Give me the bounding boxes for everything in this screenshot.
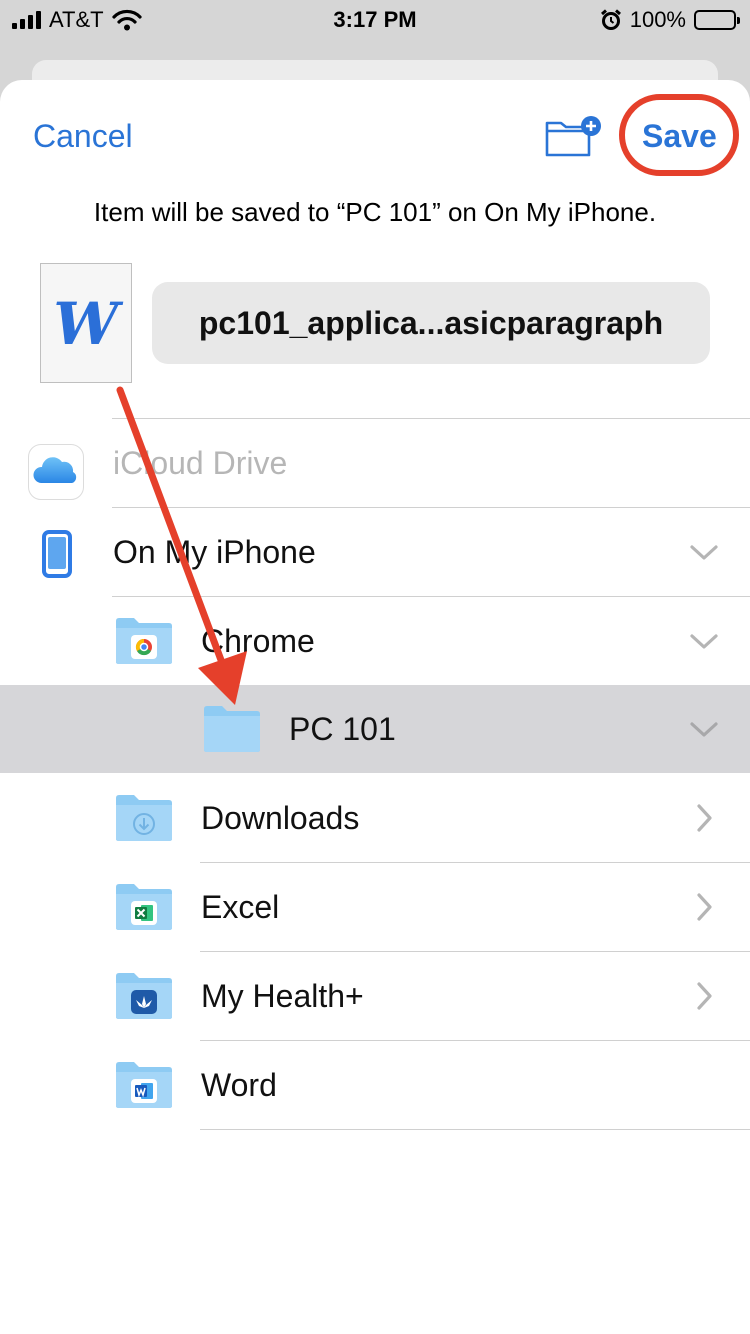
location-row-on-my-iphone[interactable]: On My iPhone bbox=[0, 508, 750, 596]
new-folder-icon[interactable] bbox=[545, 115, 603, 157]
location-row-downloads[interactable]: Downloads bbox=[0, 774, 750, 862]
battery-percent: 100% bbox=[629, 7, 686, 32]
word-document-thumbnail: W bbox=[40, 263, 132, 383]
chevron-right-icon[interactable] bbox=[688, 980, 720, 1012]
chevron-right-icon[interactable] bbox=[688, 891, 720, 923]
location-label: Chrome bbox=[201, 623, 315, 659]
location-label: Downloads bbox=[201, 800, 360, 836]
word-letter-icon: W bbox=[53, 290, 119, 358]
chevron-down-icon[interactable] bbox=[688, 536, 720, 568]
chevron-down-icon[interactable] bbox=[688, 713, 720, 745]
location-row-pc-101[interactable]: PC 101 bbox=[0, 685, 750, 773]
myhealth-folder-icon bbox=[116, 973, 172, 1019]
location-label: Excel bbox=[201, 889, 280, 925]
phone-icon bbox=[42, 530, 72, 578]
save-location-info: Item will be saved to “PC 101” on On My … bbox=[93, 197, 657, 227]
chrome-folder-icon bbox=[116, 618, 172, 664]
word-folder-icon bbox=[116, 1062, 172, 1108]
chevron-right-icon[interactable] bbox=[688, 802, 720, 834]
alarm-icon bbox=[600, 9, 621, 30]
location-row-icloud-drive: iCloud Drive bbox=[0, 419, 750, 507]
save-sheet: Cancel Save Item will be saved to “PC 10… bbox=[0, 80, 750, 1334]
excel-folder-icon bbox=[116, 884, 172, 930]
status-bar: AT&T 3:17 PM 100% bbox=[0, 0, 750, 40]
location-label: iCloud Drive bbox=[113, 445, 288, 481]
location-label: Word bbox=[201, 1067, 277, 1103]
icloud-icon bbox=[28, 444, 84, 500]
location-row-chrome[interactable]: Chrome bbox=[0, 597, 750, 685]
location-row-my-health[interactable]: My Health+ bbox=[0, 952, 750, 1040]
divider bbox=[200, 1129, 750, 1130]
location-label: My Health+ bbox=[201, 978, 364, 1014]
folder-icon bbox=[204, 706, 260, 752]
status-right: 100% bbox=[600, 7, 740, 33]
cancel-button[interactable]: Cancel bbox=[33, 118, 133, 155]
chevron-down-icon[interactable] bbox=[688, 625, 720, 657]
location-row-excel[interactable]: Excel bbox=[0, 863, 750, 951]
filename-field[interactable]: pc101_applica...asicparagraph bbox=[152, 282, 710, 364]
save-highlight-circle bbox=[619, 94, 739, 176]
location-label: On My iPhone bbox=[113, 534, 316, 570]
location-row-word[interactable]: Word bbox=[0, 1041, 750, 1129]
location-label: PC 101 bbox=[289, 711, 396, 747]
downloads-folder-icon bbox=[116, 795, 172, 841]
battery-icon bbox=[694, 10, 740, 30]
